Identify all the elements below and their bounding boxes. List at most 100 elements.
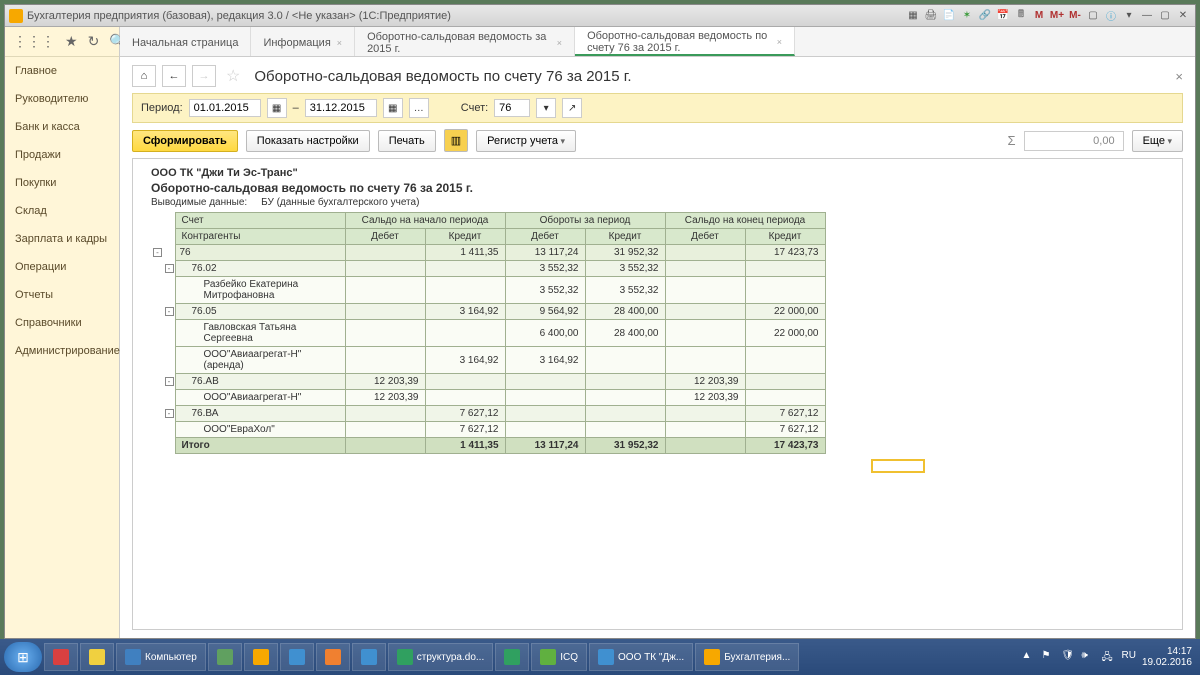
taskbar-item-icon xyxy=(253,649,269,665)
tree-toggle[interactable]: - xyxy=(165,409,174,418)
save-button[interactable]: ▥ xyxy=(444,129,468,152)
memory-m[interactable]: M xyxy=(1031,8,1047,24)
memory-mplus[interactable]: M+ xyxy=(1049,8,1065,24)
sidebar-item[interactable]: Главное xyxy=(5,57,119,85)
table-row[interactable]: ООО"Авиаагрегат-Н" (аренда)3 164,923 164… xyxy=(151,347,825,374)
dropdown-icon[interactable]: ▾ xyxy=(1121,8,1137,24)
sidebar-item[interactable]: Банк и касса xyxy=(5,113,119,141)
tool-icon[interactable]: ▢ xyxy=(1085,8,1101,24)
taskbar-item[interactable] xyxy=(80,643,114,671)
minimize-button[interactable]: — xyxy=(1139,8,1155,24)
taskbar-item[interactable] xyxy=(244,643,278,671)
taskbar-item[interactable]: структура.do... xyxy=(388,643,493,671)
sidebar-item[interactable]: Отчеты xyxy=(5,281,119,309)
tree-toggle[interactable]: - xyxy=(165,307,174,316)
tree-toggle[interactable]: - xyxy=(165,264,174,273)
help-icon[interactable]: ⓘ xyxy=(1103,8,1119,24)
calendar-to-button[interactable]: ▦ xyxy=(383,98,403,118)
date-to-input[interactable] xyxy=(305,99,377,117)
tray-icon[interactable]: ▲ xyxy=(1021,650,1035,664)
generate-button[interactable]: Сформировать xyxy=(132,130,238,152)
tray-lang[interactable]: RU xyxy=(1121,650,1135,664)
tray-icon[interactable]: 🕪 xyxy=(1081,650,1095,664)
tab[interactable]: Оборотно-сальдовая ведомость по счету 76… xyxy=(575,27,795,56)
sidebar-item[interactable]: Покупки xyxy=(5,169,119,197)
tool-icon[interactable]: 📄 xyxy=(941,8,957,24)
tab-close-icon[interactable]: × xyxy=(557,38,562,48)
settings-button[interactable]: Показать настройки xyxy=(246,130,370,152)
maximize-button[interactable]: ▢ xyxy=(1157,8,1173,24)
tray-clock[interactable]: 14:17 19.02.2016 xyxy=(1142,646,1192,668)
taskbar-item[interactable] xyxy=(44,643,78,671)
period-picker-button[interactable]: … xyxy=(409,98,429,118)
close-page-button[interactable]: × xyxy=(1175,69,1183,84)
total-row: Итого1 411,3513 117,2431 952,3217 423,73 xyxy=(151,438,825,454)
table-row[interactable]: -76.053 164,929 564,9228 400,0022 000,00 xyxy=(151,304,825,320)
table-row[interactable]: Гавловская Татьяна Сергеевна6 400,0028 4… xyxy=(151,320,825,347)
sidebar-item[interactable]: Руководителю xyxy=(5,85,119,113)
report-org: ООО ТК "Джи Ти Эс-Транс" xyxy=(151,167,1174,179)
start-button[interactable]: ⊞ xyxy=(4,642,42,672)
tool-icon[interactable]: 🖨 xyxy=(923,8,939,24)
selection-cursor xyxy=(871,459,925,473)
taskbar-item[interactable]: Бухгалтерия... xyxy=(695,643,799,671)
close-button[interactable]: ✕ xyxy=(1175,8,1191,24)
tray-icon[interactable]: ⚑ xyxy=(1041,650,1055,664)
sidebar-item[interactable]: Склад xyxy=(5,197,119,225)
account-dropdown[interactable]: ▾ xyxy=(536,98,556,118)
tree-toggle[interactable]: - xyxy=(165,377,174,386)
history-icon[interactable]: ↻ xyxy=(88,33,100,50)
date-from-input[interactable] xyxy=(189,99,261,117)
taskbar-item[interactable] xyxy=(280,643,314,671)
sidebar-item[interactable]: Зарплата и кадры xyxy=(5,225,119,253)
taskbar-item[interactable]: ICQ xyxy=(531,643,587,671)
back-button[interactable]: ← xyxy=(162,65,186,87)
taskbar-item[interactable] xyxy=(352,643,386,671)
tab[interactable]: Информация× xyxy=(251,27,355,56)
taskbar-item[interactable] xyxy=(208,643,242,671)
tool-icon[interactable]: 📅 xyxy=(995,8,1011,24)
taskbar-item[interactable] xyxy=(495,643,529,671)
memory-mminus[interactable]: M- xyxy=(1067,8,1083,24)
tab[interactable]: Начальная страница xyxy=(120,27,251,56)
calendar-from-button[interactable]: ▦ xyxy=(267,98,287,118)
tab[interactable]: Оборотно-сальдовая ведомость за 2015 г.× xyxy=(355,27,575,56)
forward-button[interactable]: → xyxy=(192,65,216,87)
tray-icon[interactable]: 🛡 xyxy=(1061,650,1075,664)
apps-icon[interactable]: ⋮⋮⋮ xyxy=(13,33,55,50)
tool-icon[interactable]: ✶ xyxy=(959,8,975,24)
account-input[interactable] xyxy=(494,99,530,117)
report-title: Оборотно-сальдовая ведомость по счету 76… xyxy=(151,181,1174,195)
sidebar-item[interactable]: Продажи xyxy=(5,141,119,169)
tray-icon[interactable]: 🖧 xyxy=(1101,650,1115,664)
account-open-button[interactable]: ↗ xyxy=(562,98,582,118)
table-row[interactable]: ООО"Авиаагрегат-Н"12 203,3912 203,39 xyxy=(151,390,825,406)
home-button[interactable]: ⌂ xyxy=(132,65,156,87)
report-area[interactable]: ООО ТК "Джи Ти Эс-Транс" Оборотно-сальдо… xyxy=(132,158,1183,630)
star-icon[interactable]: ★ xyxy=(65,33,78,50)
tab-close-icon[interactable]: × xyxy=(777,37,782,47)
tool-icon[interactable]: 🖩 xyxy=(1013,8,1029,24)
table-row[interactable]: -76.АВ12 203,3912 203,39 xyxy=(151,374,825,390)
table-row[interactable]: ООО"ЕвраХол"7 627,127 627,12 xyxy=(151,422,825,438)
tool-icon[interactable]: 🔗 xyxy=(977,8,993,24)
tab-close-icon[interactable]: × xyxy=(337,38,342,48)
table-row[interactable]: -76.023 552,323 552,32 xyxy=(151,261,825,277)
favorite-icon[interactable]: ☆ xyxy=(226,66,240,86)
table-row[interactable]: Разбейко Екатерина Митрофановна3 552,323… xyxy=(151,277,825,304)
taskbar-item[interactable]: ООО ТК "Дж... xyxy=(589,643,693,671)
sidebar-item[interactable]: Справочники xyxy=(5,309,119,337)
taskbar-item-icon xyxy=(289,649,305,665)
sidebar-item[interactable]: Администрирование xyxy=(5,337,119,365)
print-button[interactable]: Печать xyxy=(378,130,436,152)
sidebar-item[interactable]: Операции xyxy=(5,253,119,281)
tree-toggle[interactable]: - xyxy=(153,248,162,257)
taskbar-item-icon xyxy=(504,649,520,665)
taskbar-item[interactable]: Компьютер xyxy=(116,643,206,671)
taskbar-item[interactable] xyxy=(316,643,350,671)
register-button[interactable]: Регистр учета xyxy=(476,130,576,152)
table-row[interactable]: -761 411,3513 117,2431 952,3217 423,73 xyxy=(151,245,825,261)
more-button[interactable]: Еще xyxy=(1132,130,1183,152)
table-row[interactable]: -76.ВА7 627,127 627,12 xyxy=(151,406,825,422)
tool-icon[interactable]: ▦ xyxy=(905,8,921,24)
